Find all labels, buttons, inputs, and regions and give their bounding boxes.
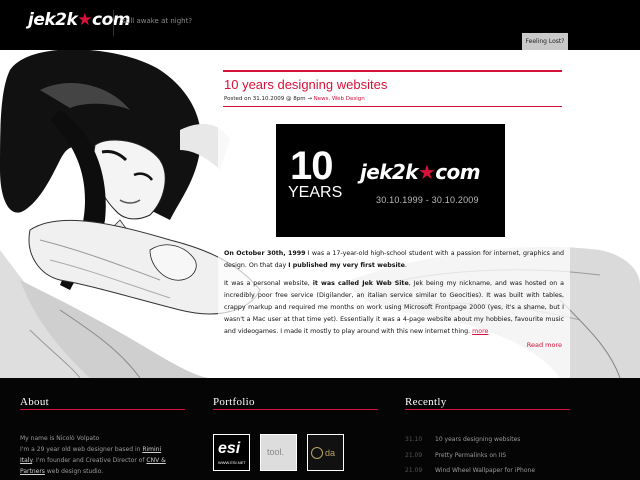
recent-title[interactable]: Pretty Permalinks on IIS bbox=[435, 452, 506, 459]
banner-dates: 30.10.1999 - 30.10.2009 bbox=[376, 195, 479, 205]
partners-link[interactable]: Partners bbox=[20, 468, 45, 475]
anniversary-banner: 10 YEARS jek2k★com 30.10.1999 - 30.10.20… bbox=[276, 124, 505, 237]
banner-years: YEARS bbox=[288, 184, 343, 201]
logo-text-a: jek2k bbox=[28, 10, 78, 30]
about-line-3b: . I'm founder and Creative Director of bbox=[32, 457, 147, 464]
thumb-esi-label: esi bbox=[218, 440, 241, 457]
post-paragraph-2: It was a personal website, it was called… bbox=[224, 278, 564, 338]
site-footer: About My name is Nicolò Volpato I'm a 29… bbox=[0, 378, 640, 480]
thumb-tool-label: tool. bbox=[267, 447, 285, 457]
post-body: On October 30th, 1999 I was a 17-year-ol… bbox=[224, 248, 564, 344]
portfolio-thumb-tool[interactable]: tool. bbox=[260, 434, 297, 471]
thumb-esi-sub: WWW.ESI.NET bbox=[218, 460, 246, 465]
portfolio-thumb-esi[interactable]: esi WWW.ESI.NET bbox=[213, 434, 250, 471]
star-icon: ★ bbox=[77, 10, 93, 30]
post-date: Posted on 31.10.2009 @ 8pm → bbox=[224, 96, 314, 102]
title-divider-top bbox=[223, 70, 562, 72]
cnv-link[interactable]: CNV & bbox=[146, 457, 165, 464]
recently-title: Recently bbox=[405, 396, 447, 408]
italy-link[interactable]: Italy bbox=[20, 457, 32, 464]
title-divider-bottom bbox=[223, 106, 562, 107]
about-line-1: My name is Nicolò Volpato bbox=[20, 435, 100, 442]
para1-end: . bbox=[404, 262, 407, 269]
header-divider bbox=[113, 10, 114, 36]
feeling-lost-button[interactable]: Feeling Lost? bbox=[522, 33, 568, 50]
para1-bold: I published my very first website bbox=[288, 262, 405, 269]
blog-post: 10 years designing websites Posted on 31… bbox=[218, 50, 570, 378]
recently-divider bbox=[405, 409, 570, 410]
recent-date: 31.10 bbox=[405, 436, 423, 443]
recent-title[interactable]: Wind Wheel Wallpaper for iPhone bbox=[435, 467, 535, 474]
about-divider bbox=[20, 409, 185, 410]
about-line-4: Partners web design studio. bbox=[20, 466, 185, 477]
recent-date: 21.09 bbox=[405, 452, 423, 459]
banner-logo: jek2k★com bbox=[360, 160, 481, 184]
portfolio-thumb-da[interactable]: da bbox=[307, 434, 344, 471]
site-tagline: still awake at night? bbox=[122, 17, 193, 25]
para1-lead: On October 30th, 1999 bbox=[224, 250, 306, 257]
post-paragraph-1: On October 30th, 1999 I was a 17-year-ol… bbox=[224, 248, 564, 272]
about-text: My name is Nicolò Volpato I'm a 29 year … bbox=[20, 433, 185, 477]
post-title[interactable]: 10 years designing websites bbox=[224, 77, 387, 92]
more-link[interactable]: more bbox=[472, 328, 488, 335]
portfolio-divider bbox=[213, 409, 378, 410]
about-line-3: Italy. I'm founder and Creative Director… bbox=[20, 455, 185, 466]
star-icon: ★ bbox=[417, 160, 436, 184]
about-line-2a: I'm a 29 year old web designer based in bbox=[20, 446, 143, 453]
banner-logo-a: jek2k bbox=[360, 160, 419, 184]
about-title: About bbox=[20, 396, 49, 408]
thumb-da-label: da bbox=[325, 448, 336, 458]
site-logo[interactable]: jek2k★com bbox=[28, 10, 131, 30]
para2-a: It was a personal website, bbox=[224, 280, 313, 287]
about-line-4b: web design studio. bbox=[44, 468, 104, 475]
portfolio-title: Portfolio bbox=[213, 396, 255, 408]
post-meta: Posted on 31.10.2009 @ 8pm → News, Web D… bbox=[224, 96, 365, 102]
para2-bold: it was called Jek Web Site bbox=[312, 280, 409, 287]
rimini-link[interactable]: Rimini bbox=[142, 446, 161, 453]
about-line-2: I'm a 29 year old web designer based in … bbox=[20, 444, 185, 455]
post-categories[interactable]: News, Web Design bbox=[314, 96, 365, 102]
recent-date: 21.09 bbox=[405, 467, 423, 474]
banner-logo-b: com bbox=[435, 160, 480, 184]
thumb-da-circle-icon bbox=[311, 447, 323, 459]
banner-number: 10 bbox=[290, 144, 333, 188]
site-header: jek2k★com still awake at night? Feeling … bbox=[0, 0, 640, 50]
read-more-link[interactable]: Read more bbox=[527, 341, 562, 349]
para2-b: , Jek being my nickname, and was hosted … bbox=[224, 280, 564, 335]
recent-title[interactable]: 10 years designing websites bbox=[435, 436, 520, 443]
